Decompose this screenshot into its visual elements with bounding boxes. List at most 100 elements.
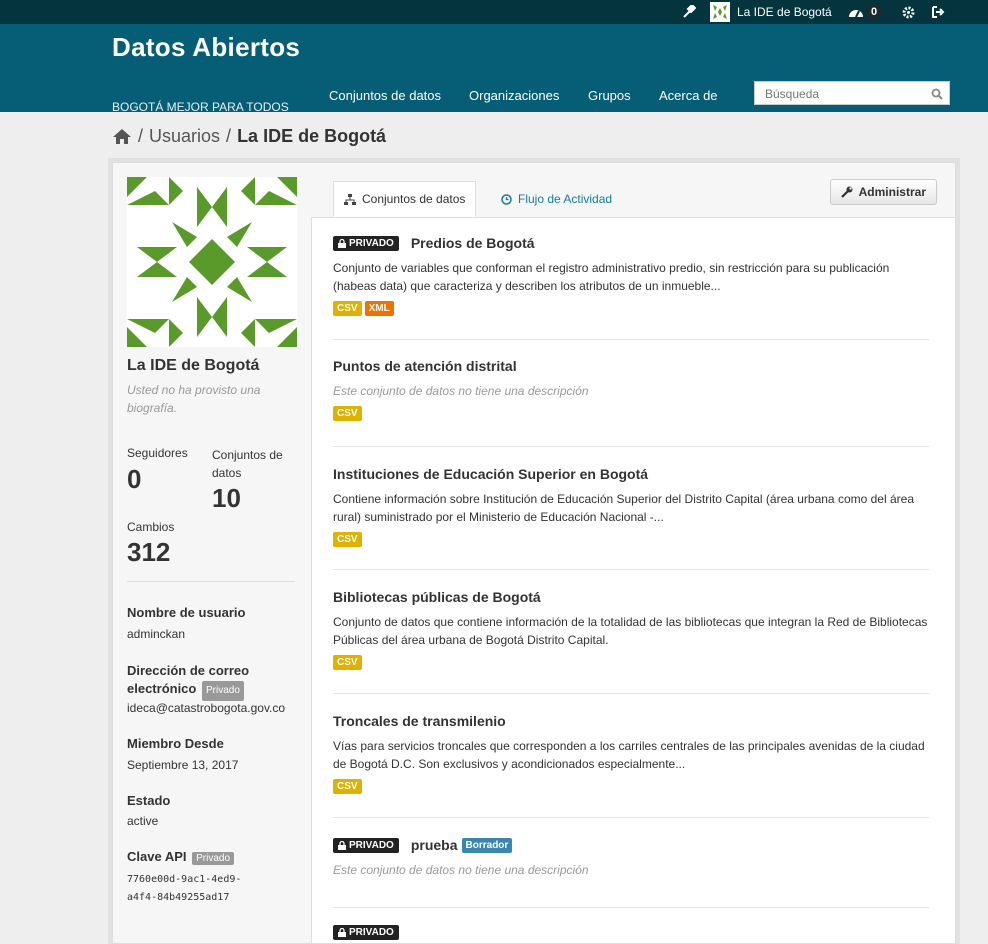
dashboard-icon[interactable] <box>848 0 864 24</box>
private-badge: Privado <box>192 852 235 865</box>
breadcrumb: / Usuarios / La IDE de Bogotá <box>112 126 386 147</box>
format-list: CSV <box>333 526 929 547</box>
changes-count: 312 <box>127 537 171 567</box>
dashboard-count-badge[interactable]: 0 <box>866 0 883 24</box>
dataset-title[interactable]: prueba <box>411 837 458 853</box>
divider <box>333 693 929 694</box>
api-key-line: a4f4-84b49255ad17 <box>127 892 230 903</box>
dataset-item: Instituciones de Educación Superior en B… <box>333 466 929 547</box>
api-key-value: 7760e00d-9ac1-4ed9- a4f4-84b49255ad17 <box>127 871 241 907</box>
lock-icon <box>338 840 346 850</box>
state-value: active <box>127 814 159 828</box>
api-key-label-text: Clave API <box>127 849 187 864</box>
dataset-item: PRIVADO Predios de Bogotá Conjunto de va… <box>333 235 929 316</box>
dataset-description: Conjunto de variables que conforman el r… <box>333 261 890 293</box>
breadcrumb-separator: / <box>138 126 144 146</box>
datasets-count: 10 <box>212 483 241 513</box>
divider <box>333 339 929 340</box>
breadcrumb-current[interactable]: La IDE de Bogotá <box>237 126 386 147</box>
lock-icon <box>338 238 346 248</box>
format-badge[interactable]: CSV <box>333 532 362 547</box>
manage-button[interactable]: Administrar <box>829 179 937 205</box>
api-key-label: Clave API Privado <box>127 849 235 865</box>
datasets-label: Conjuntos de datos <box>212 448 283 480</box>
private-label: PRIVADO <box>333 235 399 251</box>
username-value: adminckan <box>127 627 186 641</box>
member-since-value: Septiembre 13, 2017 <box>127 758 239 772</box>
private-badge: Privado <box>201 681 244 701</box>
sysadmin-hammer-icon[interactable] <box>682 0 696 24</box>
format-list: CSV <box>333 400 929 421</box>
dataset-description: Este conjunto de datos no tiene una desc… <box>333 384 589 398</box>
breadcrumb-users[interactable]: Usuarios <box>149 126 220 147</box>
dataset-description: Contiene información sobre Institución d… <box>333 492 914 524</box>
search-box <box>754 81 950 105</box>
dataset-title[interactable]: Bibliotecas públicas de Bogotá <box>333 589 541 605</box>
format-badge[interactable]: CSV <box>333 779 362 794</box>
dataset-title[interactable]: Predios de Bogotá <box>411 235 535 251</box>
nav-datasets[interactable]: Conjuntos de datos <box>329 88 441 103</box>
tab-datasets-label: Conjuntos de datos <box>362 192 466 206</box>
main-panel: La IDE de Bogotá Usted no ha provisto un… <box>112 162 956 944</box>
username-label: Nombre de usuario <box>127 605 246 620</box>
masthead: Datos Abiertos BOGOTÁ MEJOR PARA TODOS C… <box>0 24 988 114</box>
dataset-item: Puntos de atención distrital Este conjun… <box>333 358 929 421</box>
format-list: CSV XML <box>333 295 929 316</box>
user-name-link[interactable]: La IDE de Bogotá <box>737 0 832 24</box>
profile-bio: Usted no ha provisto una biografía. <box>127 383 261 415</box>
dataset-item: PRIVADO <box>333 925 929 940</box>
gear-icon[interactable] <box>902 0 915 24</box>
dataset-description: Vías para servicios troncales que corres… <box>333 739 925 771</box>
state-label: Estado <box>127 793 171 808</box>
format-list: CSV <box>333 773 929 794</box>
user-avatar-small[interactable] <box>710 0 730 24</box>
divider <box>333 817 929 818</box>
home-icon[interactable] <box>112 128 132 145</box>
wrench-icon <box>840 186 853 198</box>
tab-bar: Conjuntos de datos Flujo de Actividad Ad… <box>311 163 955 218</box>
site-tagline: BOGOTÁ MEJOR PARA TODOS <box>112 100 289 114</box>
profile-name: La IDE de Bogotá <box>127 357 260 374</box>
nav-organizations[interactable]: Organizaciones <box>469 88 559 103</box>
breadcrumb-separator: / <box>226 126 232 146</box>
tab-activity[interactable]: Flujo de Actividad <box>501 181 612 217</box>
tab-datasets[interactable]: Conjuntos de datos <box>333 181 477 217</box>
email-value: ideca@catastrobogota.gov.co <box>127 701 286 715</box>
followers-count: 0 <box>127 464 142 494</box>
private-label: PRIVADO <box>333 925 399 940</box>
dataset-title[interactable]: Instituciones de Educación Superior en B… <box>333 466 648 482</box>
format-list: CSV <box>333 649 929 670</box>
lock-icon <box>338 928 346 937</box>
divider <box>333 907 929 908</box>
private-label-text: PRIVADO <box>349 839 394 851</box>
dataset-item: Troncales de transmilenio Vías para serv… <box>333 713 929 794</box>
format-badge[interactable]: CSV <box>333 406 362 421</box>
format-badge[interactable]: CSV <box>333 301 362 316</box>
site-title[interactable]: Datos Abiertos <box>112 32 300 63</box>
dataset-item: PRIVADO prueba Borrador Este conjunto de… <box>333 837 929 879</box>
dataset-description: Conjunto de datos que contiene informaci… <box>333 615 928 647</box>
clock-icon <box>501 193 512 205</box>
tab-activity-label: Flujo de Actividad <box>518 192 613 206</box>
logout-icon[interactable] <box>932 0 945 24</box>
draft-badge: Borrador <box>461 837 513 853</box>
nav-about[interactable]: Acerca de <box>659 88 718 103</box>
dataset-item: Bibliotecas públicas de Bogotá Conjunto … <box>333 589 929 670</box>
private-label-text: PRIVADO <box>349 927 394 938</box>
private-label: PRIVADO <box>333 837 399 853</box>
dataset-title[interactable]: Troncales de transmilenio <box>333 713 506 729</box>
dataset-title[interactable]: Puntos de atención distrital <box>333 358 517 374</box>
changes-label: Cambios <box>127 520 175 534</box>
dataset-description: Este conjunto de datos no tiene una desc… <box>333 863 589 877</box>
divider <box>333 569 929 570</box>
format-badge[interactable]: XML <box>364 301 394 316</box>
format-badge[interactable]: CSV <box>333 655 362 670</box>
member-since-label: Miembro Desde <box>127 736 224 751</box>
private-label-text: PRIVADO <box>349 237 394 249</box>
search-icon[interactable] <box>931 87 943 105</box>
account-bar: La IDE de Bogotá 0 <box>0 0 988 24</box>
nav-groups[interactable]: Grupos <box>588 88 631 103</box>
divider <box>127 581 295 582</box>
search-input[interactable] <box>763 85 927 103</box>
followers-label: Seguidores <box>127 446 188 460</box>
